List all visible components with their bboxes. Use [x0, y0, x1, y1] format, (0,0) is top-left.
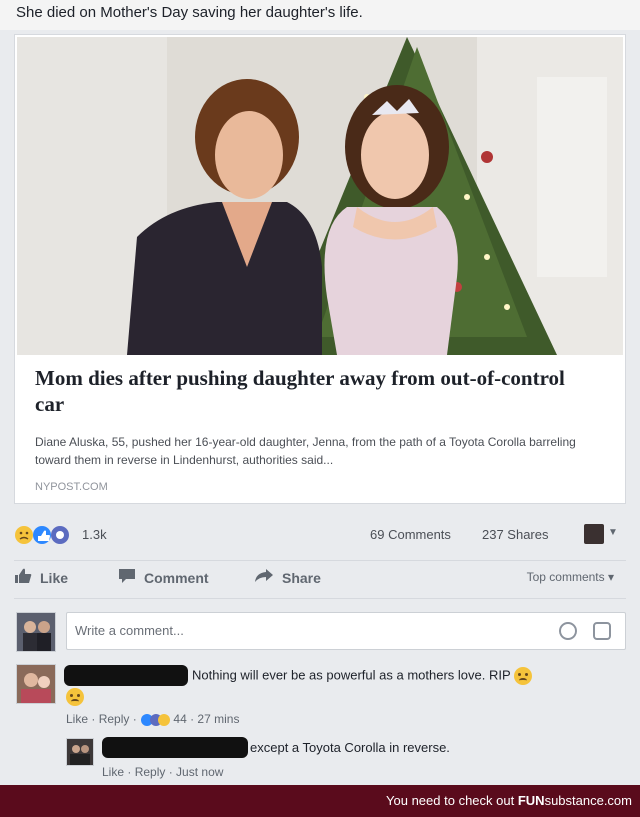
reply-avatar[interactable]: [66, 738, 94, 766]
comment-placeholder: Write a comment...: [75, 623, 184, 638]
reply-time[interactable]: Just now: [176, 765, 223, 779]
comment-button[interactable]: Comment: [118, 568, 209, 587]
share-arrow-icon: [254, 568, 274, 587]
divider: [14, 560, 626, 561]
comment-time[interactable]: 27 mins: [197, 712, 239, 726]
comment-reaction-count[interactable]: 44: [173, 712, 186, 726]
chevron-down-icon[interactable]: ▼: [608, 527, 618, 538]
comment-like-link[interactable]: Like: [66, 712, 88, 726]
sticker-icon[interactable]: [593, 622, 611, 640]
footer-brand-fun: FUN: [517, 793, 545, 808]
comments-count[interactable]: 69 Comments: [370, 527, 451, 542]
shares-count[interactable]: 237 Shares: [482, 527, 549, 542]
footer-brand-rest: substance.com: [544, 793, 632, 808]
page-avatar-icon[interactable]: [584, 524, 604, 544]
sad-face-icon: [66, 688, 84, 706]
comment-body: Nothing will ever be as powerful as a mo…: [192, 667, 533, 685]
post-actions: Like Comment Share Top comments ▾: [14, 562, 626, 594]
link-description: Diane Aluska, 55, pushed her 16-year-old…: [35, 435, 576, 467]
watermark-footer: You need to check out FUNsubstance.com: [0, 785, 640, 817]
commenter-avatar[interactable]: [16, 664, 56, 704]
sort-label: Top comments: [526, 570, 605, 584]
top-comments-sort[interactable]: Top comments ▾: [527, 570, 614, 584]
post-header: She died on Mother's Day saving her daug…: [0, 0, 640, 30]
reply-text: except a Toyota Corolla in reverse.: [250, 740, 450, 755]
reactions-count[interactable]: 1.3k: [82, 527, 107, 542]
link-preview-card[interactable]: Mom dies after pushing daughter away fro…: [14, 34, 626, 504]
comment-actions: Like · Reply · 44 · 27 mins: [66, 712, 240, 726]
current-user-avatar[interactable]: [16, 612, 56, 652]
comment-text: Nothing will ever be as powerful as a mo…: [192, 667, 511, 683]
article-photo: [17, 37, 623, 355]
share-button[interactable]: Share: [254, 568, 321, 587]
post-caption: She died on Mother's Day saving her daug…: [16, 4, 363, 21]
footer-text: You need to check out FUNsubstance.com: [386, 793, 632, 808]
like-button[interactable]: Like: [14, 568, 68, 587]
comment-label: Comment: [144, 569, 209, 586]
sad-reaction-icon: [15, 526, 33, 544]
link-source: NYPOST.COM: [35, 481, 108, 493]
reply-actions: Like · Reply · Just now: [102, 765, 224, 779]
like-label: Like: [40, 569, 69, 586]
thumbs-up-icon: [14, 568, 32, 587]
caret-down-icon: ▾: [607, 570, 614, 584]
redacted-name: [64, 665, 188, 686]
footer-prefix: You need to check out: [386, 793, 515, 808]
comment-reaction-icons[interactable]: [140, 712, 173, 726]
reactions-summary: 1.3k 69 Comments 237 Shares ▼: [14, 518, 626, 550]
divider: [14, 598, 626, 599]
emoji-icon[interactable]: [559, 622, 577, 640]
redacted-name: [102, 737, 248, 758]
reply-reply-link[interactable]: Reply: [135, 765, 166, 779]
comment-input[interactable]: Write a comment...: [66, 612, 626, 650]
comment-icon: [118, 568, 136, 587]
reply-like-link[interactable]: Like: [102, 765, 124, 779]
share-label: Share: [282, 569, 321, 586]
link-title[interactable]: Mom dies after pushing daughter away fro…: [35, 365, 595, 417]
sad-face-icon: [514, 667, 533, 685]
comment-reply-link[interactable]: Reply: [99, 712, 130, 726]
reaction-icons[interactable]: [14, 524, 74, 546]
